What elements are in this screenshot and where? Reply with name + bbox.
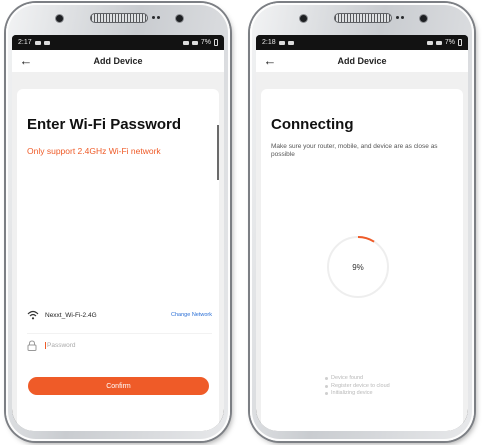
screen-right: 2:18 7% ← Add Device Connecting Make sur… bbox=[256, 35, 468, 431]
step-dot-icon bbox=[325, 384, 328, 388]
speaker-grille bbox=[90, 13, 148, 23]
sensor-dot bbox=[396, 16, 399, 19]
scrollbar[interactable] bbox=[217, 125, 219, 180]
battery-icon bbox=[458, 39, 462, 46]
wifi-icon bbox=[27, 310, 39, 320]
alarm-icon bbox=[426, 40, 433, 45]
back-arrow-icon[interactable]: ← bbox=[18, 52, 34, 70]
header-title: Add Device bbox=[93, 56, 143, 66]
step-item: Device found bbox=[261, 375, 463, 383]
signal-icon bbox=[191, 40, 198, 45]
sensor-dot bbox=[157, 16, 160, 19]
phone-top-bezel bbox=[250, 3, 474, 35]
change-network-link[interactable]: Change Network bbox=[171, 312, 212, 318]
signal-icon bbox=[435, 40, 442, 45]
page-title: Enter Wi-Fi Password bbox=[27, 116, 182, 133]
header-title: Add Device bbox=[337, 56, 387, 66]
front-camera-icon bbox=[176, 15, 183, 22]
connection-steps: Device found Register device to cloud In… bbox=[261, 375, 463, 398]
camera-icon bbox=[56, 15, 63, 22]
content-area: Connecting Make sure your router, mobile… bbox=[256, 72, 468, 431]
step-item: Register device to cloud bbox=[261, 383, 463, 391]
wifi-password-card: Enter Wi-Fi Password Only support 2.4GHz… bbox=[17, 89, 219, 431]
page-title: Connecting bbox=[271, 116, 354, 133]
sensor-dot bbox=[401, 16, 404, 19]
battery-icon bbox=[214, 39, 218, 46]
alarm-icon bbox=[182, 40, 189, 45]
content-area: Enter Wi-Fi Password Only support 2.4GHz… bbox=[12, 72, 224, 431]
wifi-network-row: Nexxt_Wi-Fi-2.4G Change Network bbox=[27, 308, 212, 322]
step-label: Initializing device bbox=[331, 390, 373, 396]
step-label: Register device to cloud bbox=[331, 382, 390, 389]
app-header: ← Add Device bbox=[12, 50, 224, 72]
app-header: ← Add Device bbox=[256, 50, 468, 72]
phone-frame-right: 2:18 7% ← Add Device Connecting Make sur… bbox=[250, 3, 474, 441]
battery-percent: 7% bbox=[200, 39, 211, 46]
sensor-dot bbox=[152, 16, 155, 19]
status-bar: 2:18 7% bbox=[256, 35, 468, 50]
screen-left: 2:17 7% ← Add Device Enter Wi-Fi Passwor… bbox=[12, 35, 224, 431]
step-item: Initializing device bbox=[261, 390, 463, 398]
phone-top-bezel bbox=[6, 3, 230, 35]
progress-percent: 9% bbox=[352, 262, 364, 272]
step-dot-icon bbox=[325, 392, 328, 396]
front-camera-icon bbox=[420, 15, 427, 22]
gallery-icon bbox=[43, 40, 50, 45]
connecting-card: Connecting Make sure your router, mobile… bbox=[261, 89, 463, 431]
phone-frame-left: 2:17 7% ← Add Device Enter Wi-Fi Passwor… bbox=[6, 3, 230, 441]
password-row bbox=[27, 333, 212, 352]
camera-icon bbox=[300, 15, 307, 22]
step-dot-icon bbox=[325, 377, 328, 381]
gallery-icon bbox=[287, 40, 294, 45]
status-time: 2:18 bbox=[262, 39, 276, 46]
wifi-requirement-note: Only support 2.4GHz Wi-Fi network bbox=[27, 146, 161, 156]
speaker-grille bbox=[334, 13, 392, 23]
back-arrow-icon[interactable]: ← bbox=[262, 52, 278, 70]
battery-percent: 7% bbox=[444, 39, 455, 46]
step-label: Device found bbox=[331, 375, 364, 381]
connecting-instructions: Make sure your router, mobile, and devic… bbox=[271, 143, 438, 158]
lock-icon bbox=[27, 339, 37, 351]
password-input[interactable] bbox=[45, 341, 167, 349]
notification-icon bbox=[34, 40, 41, 45]
status-bar: 2:17 7% bbox=[12, 35, 224, 50]
notification-icon bbox=[278, 40, 285, 45]
confirm-button[interactable]: Confirm bbox=[28, 377, 209, 395]
wifi-network-name: Nexxt_Wi-Fi-2.4G bbox=[45, 311, 97, 319]
status-time: 2:17 bbox=[18, 39, 32, 46]
